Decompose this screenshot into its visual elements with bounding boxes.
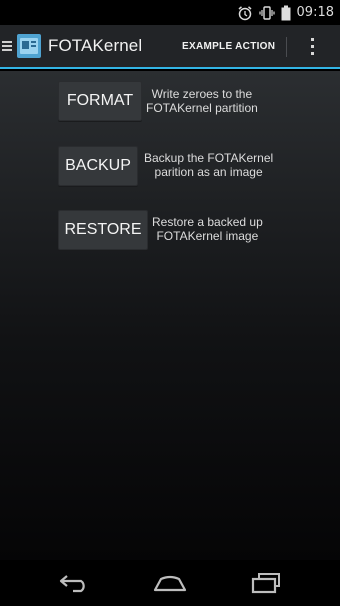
alarm-icon: [237, 5, 253, 21]
example-action-button[interactable]: EXAMPLE ACTION: [182, 25, 275, 67]
back-icon[interactable]: [54, 568, 94, 598]
navigation-bar: [0, 560, 340, 606]
restore-description: Restore a backed up FOTAKernel image: [152, 215, 263, 243]
format-button[interactable]: FORMAT: [58, 81, 142, 121]
status-time: 09:18: [296, 5, 334, 20]
overflow-menu-icon[interactable]: [304, 34, 320, 58]
main-content: FORMAT Write zeroes to the FOTAKernel pa…: [0, 71, 340, 560]
backup-description: Backup the FOTAKernel parition as an ima…: [144, 151, 274, 179]
recents-icon[interactable]: [246, 568, 286, 598]
action-divider: [286, 37, 287, 57]
action-bar: FOTAKernel EXAMPLE ACTION: [0, 25, 340, 69]
status-bar: 09:18: [0, 0, 340, 25]
vibrate-icon: [258, 5, 275, 21]
app-title: FOTAKernel: [48, 36, 143, 55]
app-icon[interactable]: [16, 33, 42, 59]
restore-button[interactable]: RESTORE: [58, 210, 148, 250]
format-description: Write zeroes to the FOTAKernel partition: [146, 87, 258, 115]
home-icon[interactable]: [150, 568, 190, 598]
backup-button[interactable]: BACKUP: [58, 146, 138, 186]
battery-icon: [281, 5, 291, 21]
up-icon[interactable]: [2, 41, 12, 51]
